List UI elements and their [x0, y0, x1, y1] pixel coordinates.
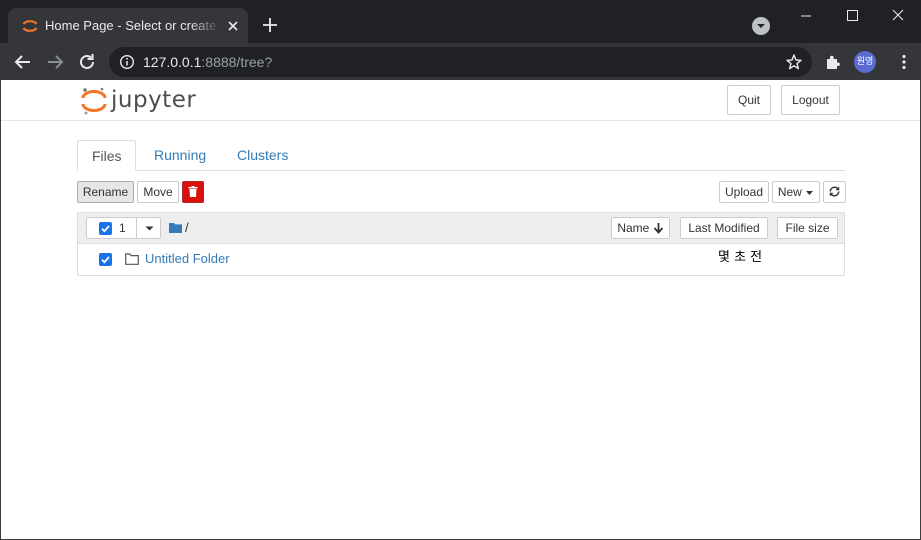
- forward-arrow-icon[interactable]: [44, 51, 66, 73]
- reload-icon[interactable]: [76, 51, 98, 73]
- refresh-button[interactable]: [823, 181, 846, 203]
- url-path: :8888/tree?: [201, 54, 273, 70]
- avatar[interactable]: 원영: [854, 51, 876, 73]
- tab-clusters[interactable]: Clusters: [223, 140, 302, 171]
- item-name-link[interactable]: Untitled Folder: [145, 251, 230, 267]
- info-icon[interactable]: [119, 54, 135, 70]
- breadcrumb[interactable]: /: [185, 220, 189, 236]
- sort-name-button[interactable]: Name: [611, 217, 670, 239]
- rename-button[interactable]: Rename: [77, 181, 134, 203]
- jupyter-logo[interactable]: jupyter: [80, 84, 200, 116]
- jupyter-logo-icon: [81, 87, 107, 115]
- window-close-icon[interactable]: [875, 0, 921, 32]
- caret-down-icon: [145, 226, 154, 231]
- folder-icon[interactable]: [169, 222, 182, 233]
- address-bar[interactable]: 127.0.0.1:8888/tree?: [109, 47, 812, 77]
- quit-button[interactable]: Quit: [727, 85, 771, 115]
- sort-last-modified-button[interactable]: Last Modified: [680, 217, 768, 239]
- url-text[interactable]: 127.0.0.1:8888/tree?: [143, 53, 272, 71]
- logout-button[interactable]: Logout: [781, 85, 840, 115]
- puzzle-icon[interactable]: [823, 52, 843, 72]
- tab-running[interactable]: Running: [140, 140, 220, 171]
- sort-file-size-button[interactable]: File size: [777, 217, 838, 239]
- trash-icon: [188, 186, 198, 197]
- list-item[interactable]: Untitled Folder 몇 초 전: [78, 244, 844, 275]
- more-menu-icon[interactable]: [894, 52, 914, 72]
- minimize-icon[interactable]: [783, 0, 829, 32]
- refresh-icon: [829, 186, 840, 197]
- new-dropdown-button[interactable]: New: [772, 181, 820, 203]
- row-checkbox[interactable]: [99, 253, 112, 266]
- tab-title: Home Page - Select or create a notebook: [45, 18, 221, 33]
- tab-bar: Files Running Clusters: [77, 140, 845, 171]
- browser-tab-strip: Home Page - Select or create a notebook: [0, 0, 921, 43]
- plus-icon[interactable]: [260, 15, 280, 35]
- profile-dropdown-icon[interactable]: [752, 17, 770, 35]
- jupyter-logo-text: jupyter: [111, 87, 197, 113]
- upload-button[interactable]: Upload: [719, 181, 769, 203]
- close-icon[interactable]: [224, 17, 242, 35]
- url-host: 127.0.0.1: [143, 54, 202, 70]
- select-dropdown[interactable]: [136, 217, 161, 239]
- item-last-modified: 몇 초 전: [718, 250, 763, 265]
- tab-files[interactable]: Files: [77, 140, 136, 171]
- check-icon: [101, 225, 110, 233]
- maximize-icon[interactable]: [829, 0, 875, 32]
- select-all-checkbox[interactable]: [99, 222, 112, 235]
- jupyter-header: jupyter Quit Logout: [0, 80, 921, 121]
- file-list-header: 1 / Name Last Modified File size: [78, 213, 844, 244]
- sort-name-label: Name: [617, 221, 650, 235]
- back-arrow-icon[interactable]: [12, 51, 34, 73]
- file-list: 1 / Name Last Modified File size Untitle…: [77, 212, 845, 276]
- browser-tab[interactable]: Home Page - Select or create a notebook: [8, 8, 248, 43]
- selected-count: 1: [119, 221, 126, 235]
- star-icon[interactable]: [785, 53, 803, 71]
- browser-toolbar: 127.0.0.1:8888/tree? 원영: [0, 43, 921, 80]
- folder-outline-icon: [125, 253, 139, 265]
- move-button[interactable]: Move: [137, 181, 179, 203]
- check-icon: [101, 256, 110, 264]
- select-all-group[interactable]: 1: [86, 217, 161, 239]
- jupyter-favicon: [22, 20, 38, 32]
- delete-button[interactable]: [182, 181, 204, 203]
- arrow-down-icon: [653, 222, 663, 234]
- new-button-label: New: [777, 185, 802, 199]
- caret-down-icon: [806, 190, 814, 195]
